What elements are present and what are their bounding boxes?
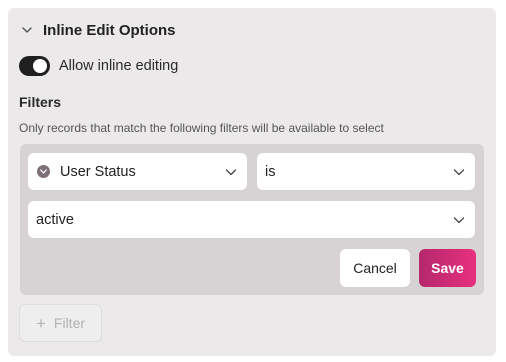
add-filter-button[interactable]: + Filter [19,304,102,342]
plus-icon: + [35,313,46,333]
value-select-value: active [36,211,74,228]
operator-select-value: is [265,163,276,180]
cancel-button[interactable]: Cancel [340,249,410,287]
chevron-down-icon[interactable] [20,23,34,37]
add-filter-label: Filter [53,315,86,331]
status-icon [37,165,50,178]
value-select[interactable]: active [28,201,475,238]
chevron-down-icon [453,217,465,224]
save-button[interactable]: Save [419,249,476,287]
section-title: Inline Edit Options [43,21,176,39]
toggle-knob [33,59,47,73]
filter-rule-box: User Status is active Cancel Save [20,144,484,295]
inline-edit-options-panel: Inline Edit Options Allow inline editing… [8,8,496,356]
filters-help-text: Only records that match the following fi… [19,121,384,135]
chevron-down-icon [453,169,465,176]
toggle-label: Allow inline editing [59,58,179,74]
field-select-value: User Status [60,163,136,180]
allow-inline-editing-toggle[interactable] [19,56,50,76]
field-select[interactable]: User Status [28,153,247,190]
chevron-down-icon [225,169,237,176]
filters-heading: Filters [19,94,62,110]
section-header[interactable]: Inline Edit Options [20,21,176,39]
allow-inline-editing-row: Allow inline editing [19,56,178,76]
operator-select[interactable]: is [257,153,475,190]
